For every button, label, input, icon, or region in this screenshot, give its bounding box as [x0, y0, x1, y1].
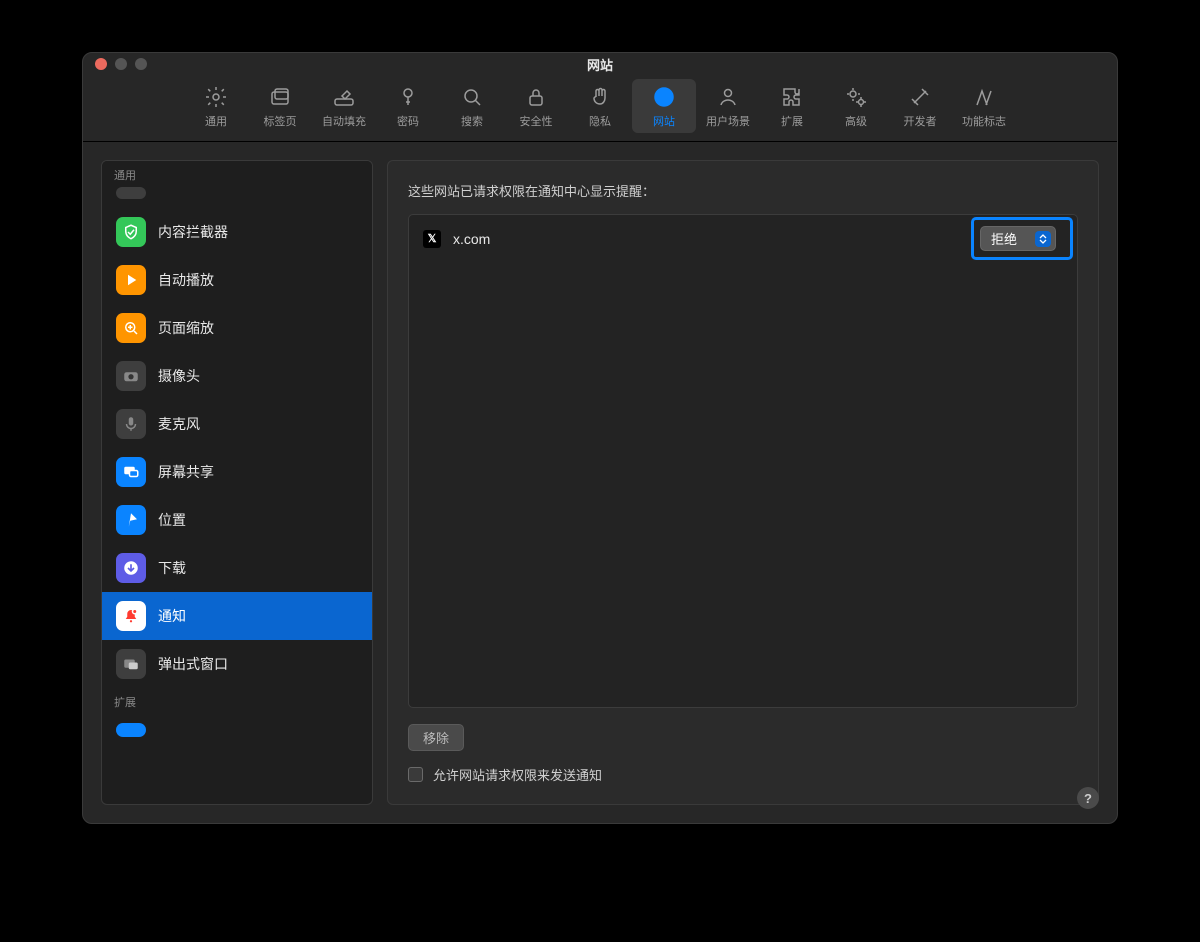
panel-description: 这些网站已请求权限在通知中心显示提醒： [408, 181, 1078, 200]
person-icon [716, 85, 740, 109]
toolbar-tab-label: 安全性 [520, 113, 553, 129]
sidebar-item-label: 屏幕共享 [158, 462, 214, 482]
sidebar-item-downloads[interactable]: 下载 [102, 544, 372, 592]
shield-icon [116, 217, 146, 247]
toolbar-tab-label: 通用 [205, 113, 227, 129]
sidebar-item-label: 下载 [158, 558, 186, 578]
key-icon [396, 85, 420, 109]
sidebar-item-label: 内容拦截器 [158, 222, 228, 242]
sidebar-item-label: 自动播放 [158, 270, 214, 290]
help-button[interactable]: ? [1077, 787, 1099, 809]
site-favicon: 𝕏 [423, 230, 441, 248]
toolbar-tab-search[interactable]: 搜索 [440, 79, 504, 133]
puzzle-icon [780, 85, 804, 109]
site-row[interactable]: 𝕏 x.com 拒绝 [409, 215, 1077, 262]
allow-request-checkbox[interactable] [408, 767, 423, 782]
sidebar-item-notifications[interactable]: 通知 [102, 592, 372, 640]
hand-icon [588, 85, 612, 109]
toolbar-tab-label: 扩展 [781, 113, 803, 129]
toolbar-tab-label: 自动填充 [322, 113, 366, 129]
sidebar-item-label: 麦克风 [158, 414, 200, 434]
sidebar-list[interactable]: 内容拦截器自动播放页面缩放摄像头麦克风屏幕共享位置下载通知弹出式窗口扩展 [102, 187, 372, 804]
remove-button[interactable]: 移除 [408, 724, 464, 751]
sidebar-section-general: 通用 [102, 161, 372, 187]
generic-icon [116, 187, 146, 199]
toolbar-tab-websites[interactable]: 网站 [632, 79, 696, 133]
sidebar-item-extension-truncated[interactable] [102, 714, 372, 746]
sidebar-item-page-zoom[interactable]: 页面缩放 [102, 304, 372, 352]
permission-value: 拒绝 [991, 229, 1017, 248]
extension-icon [116, 723, 146, 737]
toolbar-tab-label: 标签页 [264, 113, 297, 129]
globe-icon [652, 85, 676, 109]
sidebar-item-microphone[interactable]: 麦克风 [102, 400, 372, 448]
preferences-toolbar: 通用 标签页 自动填充 密码 搜索 安全性 隐私 网站 用户场景 扩展 高级 开发者 功能标志 [83, 75, 1117, 142]
download-icon [116, 553, 146, 583]
bell-icon [116, 601, 146, 631]
sidebar-item-location[interactable]: 位置 [102, 496, 372, 544]
permission-highlight: 拒绝 [971, 217, 1073, 260]
sidebar-item-autoplay[interactable]: 自动播放 [102, 256, 372, 304]
toolbar-tab-autofill[interactable]: 自动填充 [312, 79, 376, 133]
pencil-icon [332, 85, 356, 109]
zoom-icon [116, 313, 146, 343]
allow-request-label: 允许网站请求权限来发送通知 [433, 765, 602, 784]
sidebar-item-popups[interactable]: 弹出式窗口 [102, 640, 372, 688]
gears-icon [844, 85, 868, 109]
toolbar-tab-profiles[interactable]: 用户场景 [696, 79, 760, 133]
window-body: 通用 内容拦截器自动播放页面缩放摄像头麦克风屏幕共享位置下载通知弹出式窗口扩展 … [83, 142, 1117, 823]
toolbar-tab-label: 功能标志 [962, 113, 1006, 129]
toolbar-tab-label: 搜索 [461, 113, 483, 129]
toolbar-tab-passwords[interactable]: 密码 [376, 79, 440, 133]
chevron-updown-icon [1035, 231, 1051, 247]
toolbar-tab-label: 高级 [845, 113, 867, 129]
toolbar-tab-label: 开发者 [904, 113, 937, 129]
toolbar-tab-privacy[interactable]: 隐私 [568, 79, 632, 133]
tools-icon [908, 85, 932, 109]
popup-icon [116, 649, 146, 679]
sidebar-item-camera[interactable]: 摄像头 [102, 352, 372, 400]
site-name: x.com [453, 231, 490, 247]
toolbar-tab-general[interactable]: 通用 [184, 79, 248, 133]
sidebar-item-label: 位置 [158, 510, 186, 530]
toolbar-tab-flags[interactable]: 功能标志 [952, 79, 1016, 133]
toolbar-tab-label: 用户场景 [706, 113, 750, 129]
sidebar-item-truncated[interactable] [102, 187, 372, 208]
play-icon [116, 265, 146, 295]
lock-icon [524, 85, 548, 109]
flags-icon [972, 85, 996, 109]
panel-footer: 移除 允许网站请求权限来发送通知 [408, 724, 1078, 784]
toolbar-tab-extensions[interactable]: 扩展 [760, 79, 824, 133]
titlebar: 网站 [83, 53, 1117, 75]
sidebar-item-label: 通知 [158, 606, 186, 626]
sidebar-item-screen-sharing[interactable]: 屏幕共享 [102, 448, 372, 496]
toolbar-tab-label: 网站 [653, 113, 675, 129]
location-icon [116, 505, 146, 535]
preferences-window: 网站 通用标签页自动填充密码搜索安全性隐私网站用户场景扩展高级开发者功能标志 通… [82, 52, 1118, 824]
toolbar-tab-developer[interactable]: 开发者 [888, 79, 952, 133]
toolbar-tab-security[interactable]: 安全性 [504, 79, 568, 133]
sidebar-item-content-blockers[interactable]: 内容拦截器 [102, 208, 372, 256]
toolbar-tab-label: 密码 [397, 113, 419, 129]
search-icon [460, 85, 484, 109]
sidebar-section-extensions: 扩展 [102, 688, 372, 714]
settings-sidebar: 通用 内容拦截器自动播放页面缩放摄像头麦克风屏幕共享位置下载通知弹出式窗口扩展 [101, 160, 373, 805]
tabs-icon [268, 85, 292, 109]
window-title: 网站 [83, 55, 1117, 74]
site-list[interactable]: 𝕏 x.com 拒绝 [408, 214, 1078, 708]
permission-select[interactable]: 拒绝 [980, 226, 1056, 251]
main-panel: 这些网站已请求权限在通知中心显示提醒： 𝕏 x.com 拒绝 移除 允许网站请求… [387, 160, 1099, 805]
toolbar-tab-label: 隐私 [589, 113, 611, 129]
gear-icon [204, 85, 228, 109]
sidebar-item-label: 弹出式窗口 [158, 654, 228, 674]
toolbar-tab-tabs[interactable]: 标签页 [248, 79, 312, 133]
sidebar-item-label: 页面缩放 [158, 318, 214, 338]
toolbar-tab-advanced[interactable]: 高级 [824, 79, 888, 133]
sidebar-item-label: 摄像头 [158, 366, 200, 386]
camera-icon [116, 361, 146, 391]
allow-request-row: 允许网站请求权限来发送通知 [408, 765, 1078, 784]
screen-icon [116, 457, 146, 487]
mic-icon [116, 409, 146, 439]
